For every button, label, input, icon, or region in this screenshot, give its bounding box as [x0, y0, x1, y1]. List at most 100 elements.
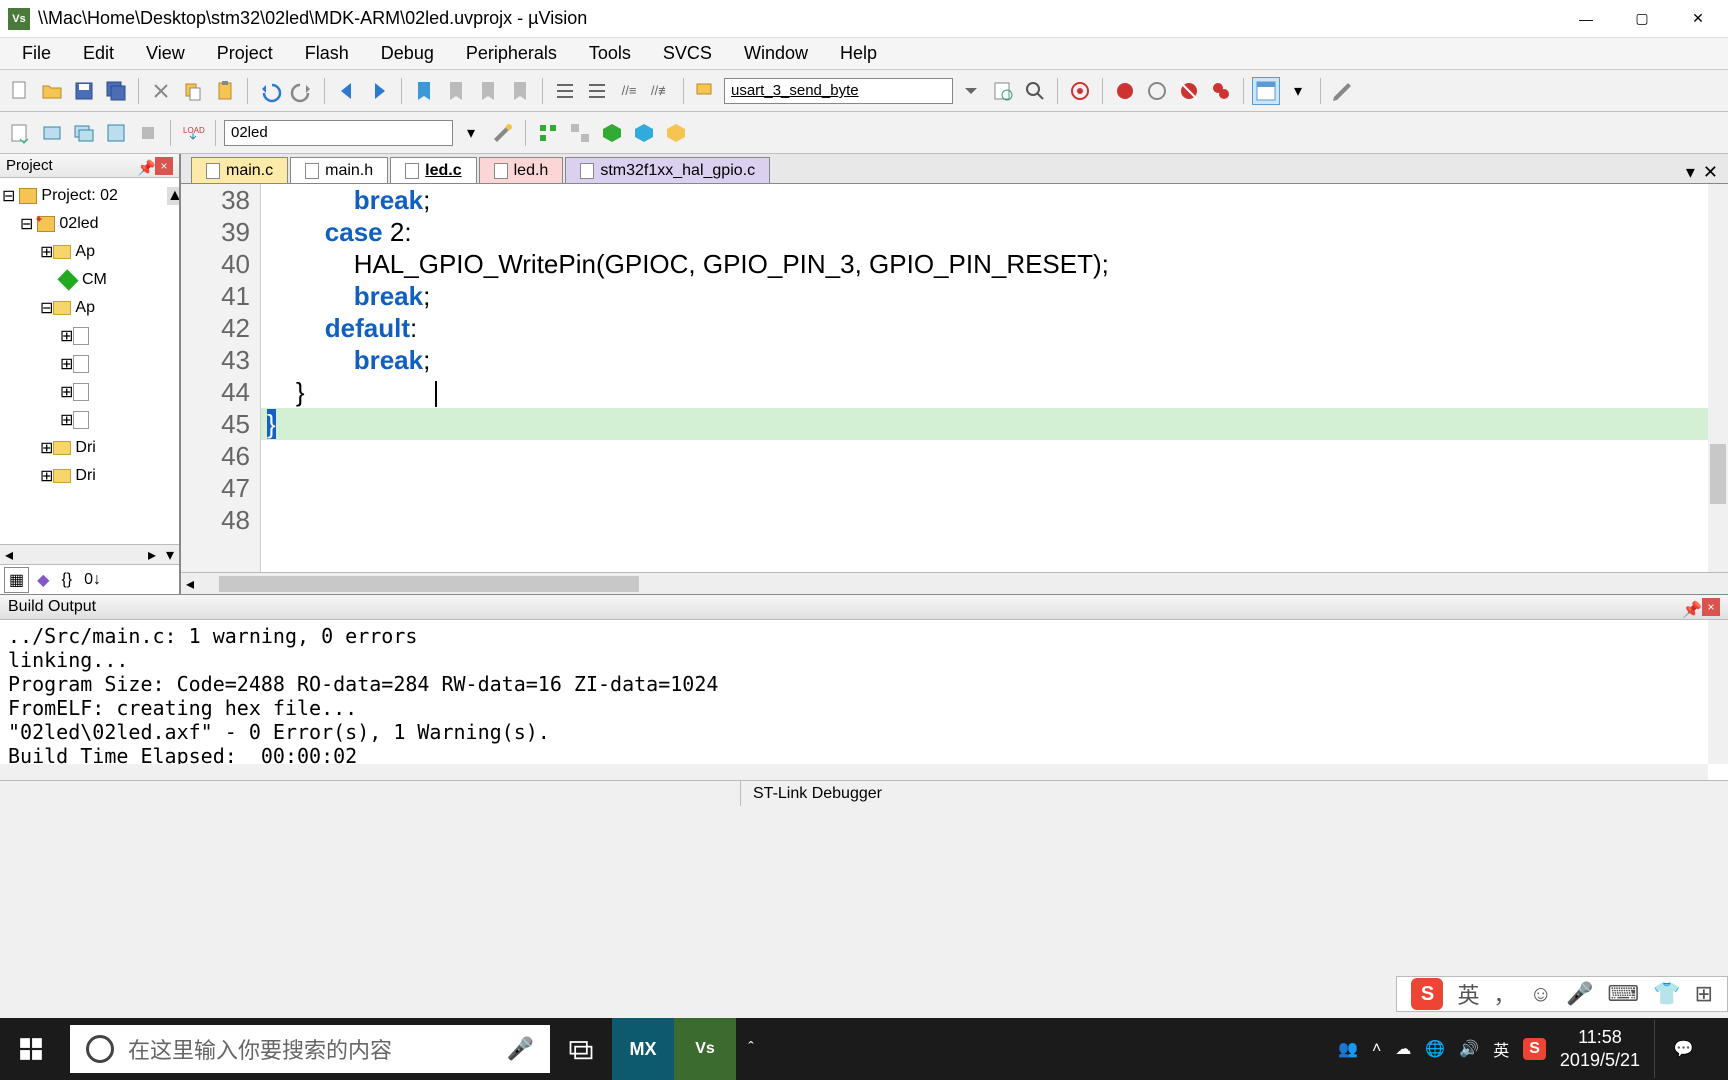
outdent-icon[interactable] [583, 77, 611, 105]
taskbar-overflow-up-icon[interactable]: ˆ [736, 1018, 766, 1080]
tab-main-c[interactable]: main.c [191, 157, 288, 183]
target-drop-icon[interactable]: ▾ [457, 119, 485, 147]
nav-back-icon[interactable] [333, 77, 361, 105]
project-tab-books-icon[interactable]: ◆ [33, 568, 53, 592]
menu-debug[interactable]: Debug [367, 39, 448, 68]
build-close-icon[interactable]: × [1702, 598, 1720, 616]
configure-icon[interactable] [1329, 77, 1357, 105]
ime-lang[interactable]: 英 [1457, 978, 1479, 1010]
ime-shirt-icon[interactable]: 👕 [1653, 981, 1680, 1007]
save-icon[interactable] [70, 77, 98, 105]
tab-led-h[interactable]: led.h [479, 157, 564, 183]
editor-vscroll[interactable] [1708, 184, 1728, 572]
menu-project[interactable]: Project [203, 39, 287, 68]
debug-icon[interactable] [1066, 77, 1094, 105]
multiproject-icon[interactable] [566, 119, 594, 147]
manage-rtenv-icon[interactable] [662, 119, 690, 147]
bookmark-next-icon[interactable] [474, 77, 502, 105]
project-tab-func-icon[interactable]: {} [57, 569, 76, 591]
bookmark-clear-icon[interactable] [506, 77, 534, 105]
taskbar-app-mx[interactable]: MX [612, 1018, 674, 1080]
tray-sogou-icon[interactable]: S [1523, 1038, 1546, 1060]
menu-help[interactable]: Help [826, 39, 891, 68]
redo-icon[interactable] [288, 77, 316, 105]
nav-forward-icon[interactable] [365, 77, 393, 105]
build-pin-icon[interactable]: 📌 [1682, 600, 1696, 614]
start-button[interactable] [0, 1018, 62, 1080]
stop-build-icon[interactable] [134, 119, 162, 147]
project-tree[interactable]: ⊟Project: 02▲ ⊟✦02led ⊞Ap CM ⊟Ap ⊞ ⊞ ⊞ ⊞… [0, 178, 179, 544]
pin-icon[interactable]: 📌 [137, 159, 151, 173]
copy-icon[interactable] [179, 77, 207, 105]
menu-window[interactable]: Window [730, 39, 822, 68]
menu-view[interactable]: View [132, 39, 199, 68]
breakpoint-kill-icon[interactable] [1175, 77, 1203, 105]
indent-icon[interactable] [551, 77, 579, 105]
tab-led-c[interactable]: led.c [390, 157, 476, 183]
menu-svcs[interactable]: SVCS [649, 39, 726, 68]
translate-icon[interactable] [6, 119, 34, 147]
tray-ime-lang[interactable]: 英 [1493, 1037, 1509, 1061]
build-hscroll[interactable] [0, 764, 1708, 780]
menu-tools[interactable]: Tools [575, 39, 645, 68]
editor-hscroll[interactable]: ◂ [181, 572, 1728, 594]
menu-flash[interactable]: Flash [291, 39, 363, 68]
tab-hal-gpio-c[interactable]: stm32f1xx_hal_gpio.c [565, 157, 770, 183]
bookmark-prev-icon[interactable] [442, 77, 470, 105]
menu-edit[interactable]: Edit [69, 39, 128, 68]
close-button[interactable]: ✕ [1688, 9, 1708, 29]
mic-icon[interactable]: 🎤 [507, 1036, 534, 1062]
tray-clock[interactable]: 11:58 2019/5/21 [1560, 1026, 1640, 1073]
code-area[interactable]: 3839404142434445464748 break; case 2: HA… [181, 184, 1728, 572]
uncomment-icon[interactable]: //≢ [647, 77, 675, 105]
taskbar-search[interactable]: 在这里输入你要搜索的内容 🎤 [70, 1025, 550, 1073]
ime-emoji-icon[interactable]: ☺ [1530, 981, 1552, 1007]
breakpoint-killall-icon[interactable] [1207, 77, 1235, 105]
save-all-icon[interactable] [102, 77, 130, 105]
find-icon[interactable] [692, 77, 720, 105]
breakpoint-disable-icon[interactable] [1143, 77, 1171, 105]
project-tab-project-icon[interactable]: ▦ [4, 567, 29, 593]
tab-list-icon[interactable]: ▾ [1686, 162, 1695, 183]
bookmark-toggle-icon[interactable] [410, 77, 438, 105]
undo-icon[interactable] [256, 77, 284, 105]
pack-refresh-icon[interactable] [630, 119, 658, 147]
window-layout-icon[interactable] [1252, 77, 1280, 105]
minimize-button[interactable]: — [1576, 9, 1596, 29]
panel-close-icon[interactable]: × [155, 157, 173, 175]
breakpoint-insert-icon[interactable] [1111, 77, 1139, 105]
ime-mic-icon[interactable]: 🎤 [1566, 981, 1593, 1007]
open-file-icon[interactable] [38, 77, 66, 105]
layout-drop-icon[interactable]: ▾ [1284, 77, 1312, 105]
new-file-icon[interactable] [6, 77, 34, 105]
tray-volume-icon[interactable]: 🔊 [1459, 1039, 1479, 1059]
target-options-icon[interactable] [489, 119, 517, 147]
project-hscroll[interactable]: ◂▸▾ [0, 544, 179, 564]
pack-installer-icon[interactable] [598, 119, 626, 147]
batch-build-icon[interactable] [102, 119, 130, 147]
rebuild-icon[interactable] [70, 119, 98, 147]
ime-toolbar[interactable]: S 英 ， ☺ 🎤 ⌨ 👕 ⊞ [1396, 976, 1728, 1012]
tray-network-icon[interactable]: 🌐 [1425, 1039, 1445, 1059]
comment-icon[interactable]: //≡ [615, 77, 643, 105]
build-vscroll[interactable] [1708, 620, 1728, 764]
sogou-icon[interactable]: S [1411, 978, 1443, 1010]
target-select[interactable] [224, 120, 453, 146]
combo-drop-icon[interactable] [957, 77, 985, 105]
people-icon[interactable]: 👥 [1338, 1039, 1358, 1059]
cut-icon[interactable] [147, 77, 175, 105]
ime-grid-icon[interactable]: ⊞ [1695, 981, 1713, 1007]
notifications-icon[interactable]: 💬 [1654, 1020, 1712, 1078]
paste-icon[interactable] [211, 77, 239, 105]
tab-main-h[interactable]: main.h [290, 157, 388, 183]
menu-file[interactable]: File [8, 39, 65, 68]
task-view-icon[interactable] [550, 1018, 612, 1080]
ime-keyboard-icon[interactable]: ⌨ [1607, 981, 1639, 1007]
menu-peripherals[interactable]: Peripherals [452, 39, 571, 68]
maximize-button[interactable]: ▢ [1632, 9, 1652, 29]
tab-close-icon[interactable]: ✕ [1703, 162, 1718, 183]
build-output[interactable]: ../Src/main.c: 1 warning, 0 errors linki… [0, 620, 1728, 780]
tray-onedrive-icon[interactable]: ☁ [1395, 1039, 1411, 1059]
tray-chevron-icon[interactable]: ˄ [1372, 1040, 1381, 1058]
build-icon[interactable] [38, 119, 66, 147]
